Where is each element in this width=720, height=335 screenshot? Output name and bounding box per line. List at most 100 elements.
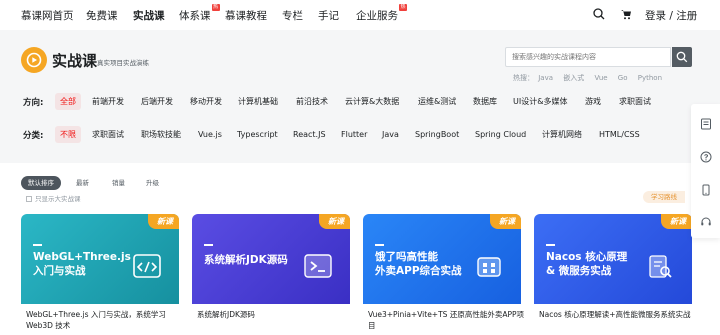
title-accent [546, 244, 555, 246]
search-icon [676, 51, 688, 63]
title-accent [204, 244, 213, 246]
cover-title-line: 外卖APP综合实战 [375, 265, 462, 277]
nav-item-notes[interactable]: 手记 [318, 8, 339, 23]
direction-option[interactable]: 前端开发 [92, 93, 124, 110]
top-navigation: 慕课网首页 免费课 实战课 体系课 热 慕课教程 专栏 手记 企业服务 热 登录… [0, 0, 720, 30]
cover-title-line: 饿了吗高性能 [375, 251, 438, 263]
new-course-badge: 新课 [490, 214, 521, 229]
play-icon [26, 52, 42, 68]
course-cover-title: 系统解析JDK源码 [204, 253, 288, 267]
course-desc[interactable]: Nacos 核心原理解读+高性能微服务系统实战 [539, 309, 697, 320]
hot-word[interactable]: Go [618, 74, 628, 82]
learning-route-tag[interactable]: 学习路线 [643, 191, 685, 203]
direction-label: 方向: [23, 98, 44, 108]
direction-option[interactable]: 数据库 [473, 93, 497, 110]
category-option[interactable]: Vue.js [198, 126, 222, 143]
checkbox[interactable] [26, 196, 32, 202]
direction-option[interactable]: 全部 [55, 93, 81, 110]
category-option[interactable]: 计算机网络 [542, 126, 582, 143]
cover-title-line: 系统解析JDK源码 [204, 254, 288, 266]
course-card[interactable]: 新课 WebGL+Three.js 入门与实战 [21, 214, 179, 304]
direction-option[interactable]: 运维&测试 [418, 93, 456, 110]
cover-title-line: & 微服务实战 [546, 265, 612, 277]
direction-filter: 方向: 全部 前端开发 后端开发 移动开发 计算机基础 前沿技术 云计算&大数据… [23, 93, 703, 110]
direction-option[interactable]: 移动开发 [190, 93, 222, 110]
direction-option[interactable]: 游戏 [585, 93, 601, 110]
category-option[interactable]: HTML/CSS [599, 126, 640, 143]
course-card[interactable]: 新课 系统解析JDK源码 [192, 214, 350, 304]
sort-sales[interactable]: 销量 [112, 176, 125, 190]
direction-option[interactable]: 云计算&大数据 [345, 93, 399, 110]
terminal-icon [304, 254, 332, 278]
direction-option[interactable]: 前沿技术 [296, 93, 328, 110]
page-title: 实战课 [52, 52, 98, 70]
category-option[interactable]: 不限 [55, 126, 81, 143]
nav-item-system[interactable]: 体系课 热 [179, 4, 220, 23]
search-input[interactable] [506, 48, 670, 66]
sort-default[interactable]: 默认排序 [21, 176, 61, 190]
nav-item-enterprise[interactable]: 企业服务 热 [356, 4, 407, 23]
course-desc[interactable]: 系统解析JDK源码 [197, 309, 355, 320]
right-float-toolbar [691, 104, 720, 238]
category-option[interactable]: Spring Cloud [475, 126, 526, 143]
direction-option[interactable]: UI设计&多媒体 [513, 93, 567, 110]
new-course-badge: 新课 [319, 214, 350, 229]
document-search-icon [649, 255, 672, 278]
hot-word[interactable]: Vue [595, 74, 608, 82]
category-option[interactable]: Flutter [341, 126, 367, 143]
sort-newest[interactable]: 最新 [76, 176, 89, 190]
search-button[interactable] [672, 47, 692, 67]
category-option[interactable]: 职场软技能 [141, 126, 181, 143]
hot-badge: 热 [399, 4, 407, 11]
search-icon[interactable] [593, 8, 607, 22]
page-subtitle: 真实项目实战演练 [97, 59, 149, 67]
hot-word[interactable]: 嵌入式 [563, 74, 584, 82]
app-grid-icon [477, 257, 501, 277]
course-card[interactable]: 新课 饿了吗高性能 外卖APP综合实战 [363, 214, 521, 304]
notes-icon[interactable] [700, 118, 712, 130]
category-option[interactable]: Typescript [237, 126, 278, 143]
cover-title-line: Nacos 核心原理 [546, 251, 628, 263]
nav-item-home[interactable]: 慕课网首页 [21, 8, 74, 23]
course-desc[interactable]: Vue3+Pinia+Vite+TS 还原高性能外卖APP项目 [368, 309, 526, 331]
category-option[interactable]: SpringBoot [415, 126, 459, 143]
hot-word[interactable]: Python [638, 74, 662, 82]
nav-item-practical[interactable]: 实战课 [133, 8, 165, 23]
hot-search-words: 热搜： Java 嵌入式 Vue Go Python [513, 73, 670, 83]
category-option[interactable]: Java [382, 126, 399, 143]
new-course-badge: 新课 [661, 214, 692, 229]
hot-badge: 热 [211, 4, 220, 11]
customer-service-icon[interactable] [700, 216, 712, 228]
login-register-link[interactable]: 登录 / 注册 [645, 8, 697, 23]
nav-item-label: 企业服务 [356, 10, 398, 22]
nav-item-free[interactable]: 免费课 [86, 8, 118, 23]
nav-item-label: 体系课 [179, 10, 211, 22]
shopping-cart-icon[interactable] [620, 8, 634, 22]
category-filter: 分类: 不限 求职面试 职场软技能 Vue.js Typescript Reac… [23, 126, 703, 143]
category-option[interactable]: React.JS [293, 126, 326, 143]
only-show-filter[interactable]: 只显示大实战课 [26, 193, 81, 203]
title-accent [33, 244, 42, 246]
hot-word[interactable]: Java [538, 74, 553, 82]
direction-option[interactable]: 后端开发 [141, 93, 173, 110]
category-label: 分类: [23, 131, 44, 141]
help-icon[interactable] [700, 151, 712, 163]
course-desc[interactable]: WebGL+Three.js 入门与实战，系统学习 Web3D 技术 [26, 309, 184, 331]
category-option[interactable]: 求职面试 [92, 126, 124, 143]
course-cover-title: WebGL+Three.js 入门与实战 [33, 250, 131, 278]
practical-course-logo [21, 47, 47, 73]
title-accent [375, 244, 384, 246]
mobile-app-icon[interactable] [700, 184, 712, 196]
nav-item-tutorial[interactable]: 慕课教程 [225, 8, 267, 23]
nav-item-column[interactable]: 专栏 [282, 8, 303, 23]
direction-option[interactable]: 计算机基础 [238, 93, 278, 110]
course-cover-title: 饿了吗高性能 外卖APP综合实战 [375, 250, 462, 278]
new-course-badge: 新课 [148, 214, 179, 229]
sort-upgrade[interactable]: 升级 [146, 176, 159, 190]
direction-option[interactable]: 求职面试 [619, 93, 651, 110]
only-show-label: 只显示大实战课 [35, 195, 81, 203]
hot-search-label: 热搜： [513, 74, 534, 82]
course-card[interactable]: 新课 Nacos 核心原理 & 微服务实战 [534, 214, 692, 304]
cover-title-line: WebGL+Three.js [33, 251, 131, 263]
search-field[interactable] [505, 47, 671, 67]
